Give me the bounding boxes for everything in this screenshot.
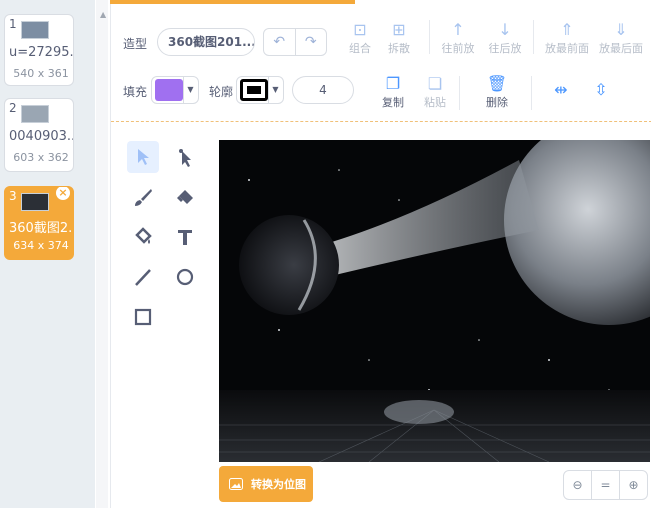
zoom-controls: ⊖ = ⊕	[563, 470, 648, 500]
front-icon: ⇑	[560, 20, 574, 39]
outline-color-picker[interactable]: ▼	[236, 76, 284, 104]
forward-button[interactable]: ↑ 往前放	[436, 20, 480, 56]
paint-editor: 造型 360截图201... ↶ ↷ ⊡ 组合 ⊞ 拆散 ↑ 往前放 ↓ 往后放…	[110, 4, 651, 508]
circle-tool[interactable]	[169, 261, 201, 293]
eraser-icon	[177, 190, 193, 204]
paste-label: 粘贴	[424, 96, 446, 109]
costume-name: 360截图2...	[9, 221, 73, 236]
text-icon	[178, 230, 192, 245]
reshape-tool[interactable]	[169, 141, 201, 173]
toolbar-row-1: 造型 360截图201... ↶ ↷ ⊡ 组合 ⊞ 拆散 ↑ 往前放 ↓ 往后放…	[111, 4, 651, 64]
zoom-in-icon[interactable]: ⊕	[620, 471, 647, 499]
undo-icon[interactable]: ↶	[264, 29, 296, 55]
circle-icon	[176, 268, 194, 286]
convert-label: 转换为位图	[251, 478, 306, 491]
ungroup-icon: ⊞	[392, 20, 406, 39]
front-label: 放最前面	[545, 42, 589, 55]
scrollbar[interactable]	[96, 0, 108, 508]
flip-horizontal-button[interactable]: ⇹	[539, 80, 583, 100]
ungroup-label: 拆散	[388, 42, 410, 55]
forward-label: 往前放	[441, 42, 475, 55]
undo-redo-group: ↶ ↷	[263, 28, 327, 56]
rectangle-tool[interactable]	[127, 301, 159, 333]
copy-button[interactable]: ❐ 复制	[371, 74, 415, 110]
ungroup-button[interactable]: ⊞ 拆散	[377, 20, 421, 56]
back-icon: ⇓	[614, 20, 628, 39]
flip-horizontal-icon: ⇹	[554, 80, 568, 99]
costume-index: 2	[9, 101, 17, 115]
drawing-canvas[interactable]	[219, 140, 650, 462]
fill-swatch	[155, 79, 183, 101]
back-label: 放最后面	[599, 42, 643, 55]
arrow-cursor-icon	[138, 149, 149, 165]
back-button[interactable]: ⇓ 放最后面	[595, 20, 647, 56]
costume-thumbnail	[21, 21, 49, 39]
scroll-up-icon[interactable]: ▲	[100, 10, 106, 19]
zoom-reset-icon[interactable]: =	[592, 471, 620, 499]
costume-thumbnail	[21, 105, 49, 123]
brush-tool[interactable]	[127, 181, 159, 213]
costume-item-2[interactable]: 2 0040903... 603 x 362	[4, 98, 74, 172]
group-label: 组合	[349, 42, 371, 55]
zoom-out-icon[interactable]: ⊖	[564, 471, 592, 499]
costume-name: 0040903...	[9, 129, 73, 144]
costume-item-1[interactable]: 1 u=27295... 540 x 361	[4, 14, 74, 86]
group-icon: ⊡	[353, 20, 367, 39]
front-button[interactable]: ⇑ 放最前面	[541, 20, 593, 56]
line-icon	[135, 269, 151, 286]
costume-name: u=27295...	[9, 45, 73, 60]
costume-size: 634 x 374	[13, 239, 69, 252]
paste-button[interactable]: ❏ 粘贴	[413, 74, 457, 110]
brush-icon	[135, 189, 152, 206]
divider	[533, 20, 534, 54]
delete-button[interactable]: 🗑 删除	[475, 74, 519, 110]
outline-label: 轮廓	[209, 85, 234, 99]
group-button[interactable]: ⊡ 组合	[338, 20, 382, 56]
delete-costume-icon[interactable]: ×	[56, 187, 70, 200]
eraser-tool[interactable]	[169, 181, 201, 213]
costume-item-3[interactable]: 3 × 360截图2... 634 x 374	[4, 186, 74, 260]
outline-swatch	[240, 79, 268, 101]
flip-vertical-button[interactable]: ⇳	[579, 80, 623, 100]
paste-icon: ❏	[427, 74, 443, 93]
reshape-icon	[179, 149, 191, 167]
costume-name-input[interactable]: 360截图201...	[157, 28, 255, 56]
costume-list: 1 u=27295... 540 x 361 2 0040903... 603 …	[0, 0, 95, 508]
toolbar-divider	[111, 121, 651, 122]
fill-label: 填充	[123, 85, 148, 99]
chevron-down-icon: ▼	[183, 77, 197, 103]
backward-button[interactable]: ↓ 往后放	[483, 20, 527, 56]
text-tool[interactable]	[169, 221, 201, 253]
delete-label: 删除	[486, 96, 508, 109]
divider	[531, 76, 532, 110]
rectangle-icon	[134, 308, 152, 326]
space-artwork	[219, 140, 650, 462]
fill-tool[interactable]	[127, 221, 159, 253]
costume-size: 603 x 362	[13, 151, 69, 164]
chevron-down-icon: ▼	[268, 77, 282, 103]
outline-width-input[interactable]: 4	[292, 76, 354, 104]
forward-icon: ↑	[451, 20, 465, 39]
divider	[429, 20, 430, 54]
costume-label: 造型	[123, 37, 148, 51]
costume-index: 1	[9, 17, 17, 31]
costume-size: 540 x 361	[13, 67, 69, 80]
image-icon	[229, 478, 243, 490]
line-tool[interactable]	[127, 261, 159, 293]
redo-icon[interactable]: ↷	[296, 29, 327, 55]
trash-icon: 🗑	[486, 74, 508, 93]
select-tool[interactable]	[127, 141, 159, 173]
divider	[459, 76, 460, 110]
backward-label: 往后放	[488, 42, 522, 55]
paint-bucket-icon	[135, 227, 152, 244]
backward-icon: ↓	[498, 20, 512, 39]
costume-thumbnail	[21, 193, 49, 211]
toolbar-row-2: 填充 ▼ 轮廓 ▼ ❐ 复制 ❏ 粘贴 🗑 删除 ⇹ ⇳	[111, 66, 651, 120]
costume-index: 3	[9, 189, 17, 203]
copy-icon: ❐	[385, 74, 401, 93]
convert-to-bitmap-button[interactable]: 转换为位图	[219, 466, 313, 502]
copy-label: 复制	[382, 96, 404, 109]
flip-vertical-icon: ⇳	[594, 80, 608, 99]
fill-color-picker[interactable]: ▼	[151, 76, 199, 104]
